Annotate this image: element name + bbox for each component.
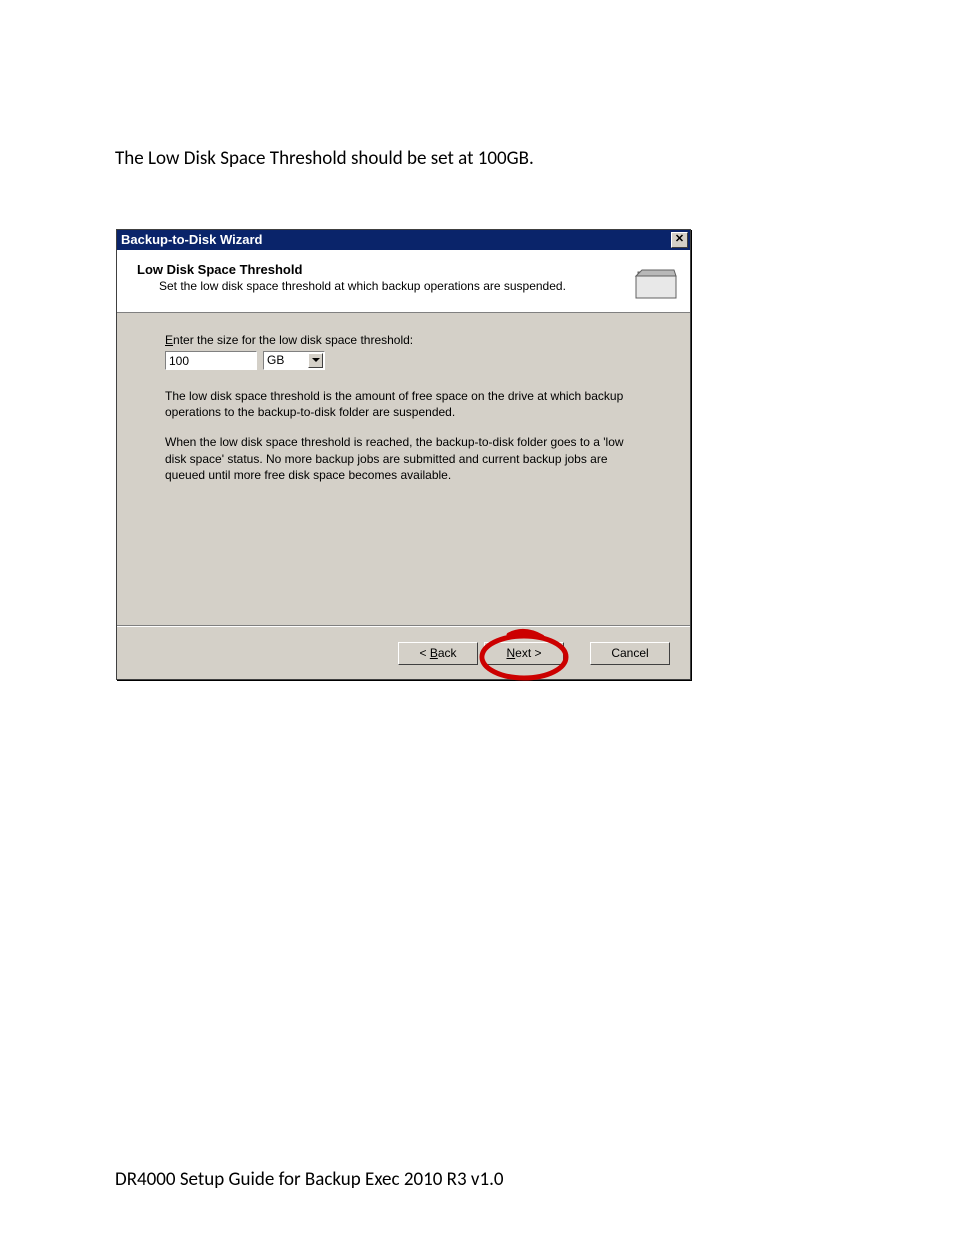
next-button[interactable]: Next > bbox=[484, 642, 564, 665]
intro-text: The Low Disk Space Threshold should be s… bbox=[115, 147, 534, 170]
back-button[interactable]: < Back bbox=[398, 642, 478, 665]
threshold-prompt: Enter the size for the low disk space th… bbox=[165, 333, 660, 347]
cancel-button[interactable]: Cancel bbox=[590, 642, 670, 665]
dialog-divider bbox=[117, 625, 690, 627]
folder-icon bbox=[634, 264, 678, 300]
header-text: Low Disk Space Threshold Set the low dis… bbox=[137, 262, 622, 293]
chevron-down-icon[interactable] bbox=[308, 353, 323, 368]
header-title: Low Disk Space Threshold bbox=[137, 262, 622, 277]
dialog-button-row: < Back Next > Cancel bbox=[398, 642, 670, 665]
threshold-size-input[interactable] bbox=[165, 351, 257, 370]
backup-wizard-dialog: Backup-to-Disk Wizard ✕ Low Disk Space T… bbox=[116, 229, 691, 680]
description-2: When the low disk space threshold is rea… bbox=[165, 434, 645, 483]
dialog-titlebar: Backup-to-Disk Wizard ✕ bbox=[117, 230, 690, 250]
dialog-body: Enter the size for the low disk space th… bbox=[117, 313, 690, 483]
document-page: The Low Disk Space Threshold should be s… bbox=[0, 0, 954, 1235]
dialog-header: Low Disk Space Threshold Set the low dis… bbox=[117, 250, 690, 313]
close-button[interactable]: ✕ bbox=[671, 232, 688, 248]
dialog-title: Backup-to-Disk Wizard bbox=[121, 230, 671, 250]
description-1: The low disk space threshold is the amou… bbox=[165, 388, 645, 420]
footer-text: DR4000 Setup Guide for Backup Exec 2010 … bbox=[115, 1168, 504, 1191]
threshold-unit-select[interactable]: GB bbox=[263, 351, 325, 370]
unit-select-value: GB bbox=[267, 353, 284, 367]
threshold-input-row: GB bbox=[165, 351, 660, 370]
header-subtitle: Set the low disk space threshold at whic… bbox=[159, 279, 622, 293]
description-block: The low disk space threshold is the amou… bbox=[165, 388, 660, 483]
